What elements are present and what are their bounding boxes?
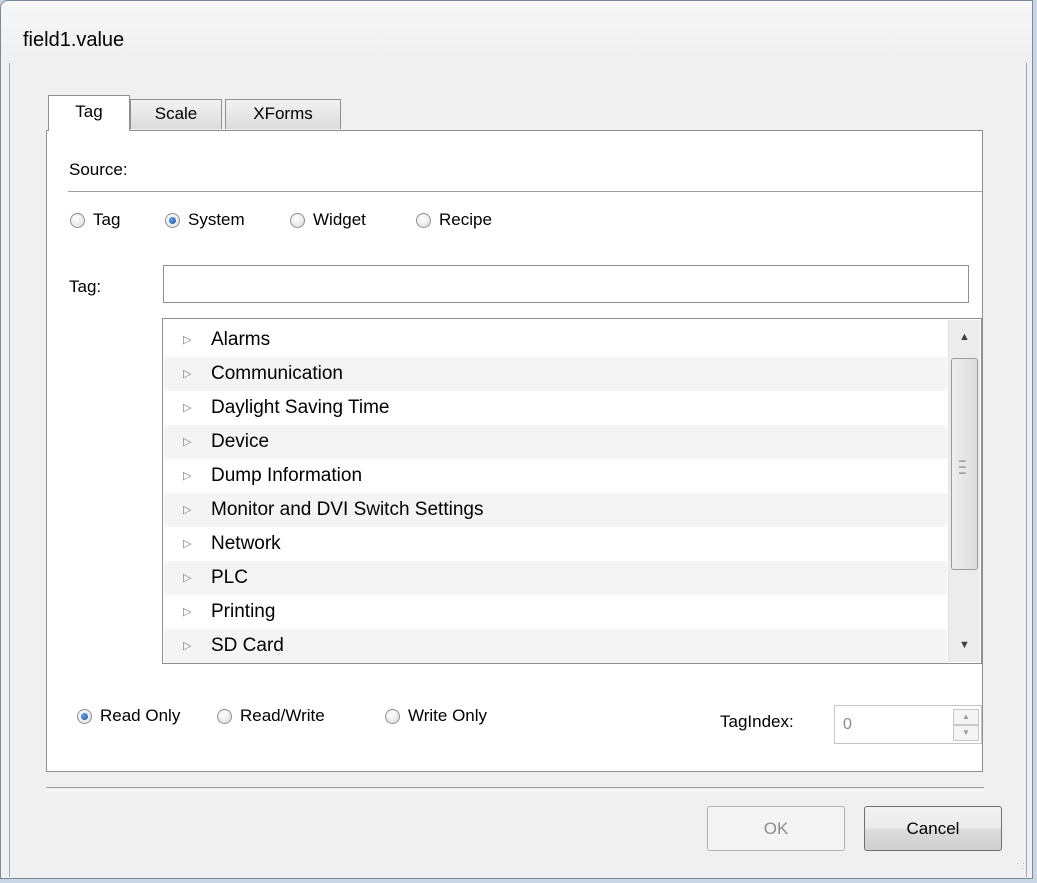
ok-button[interactable]: OK <box>707 806 845 851</box>
tab-tag[interactable]: Tag <box>48 95 130 131</box>
radio-icon[interactable] <box>385 708 400 724</box>
tree-item-daylight-saving-time[interactable]: ▷ Daylight Saving Time <box>164 391 947 425</box>
system-tag-tree: ▷ Alarms ▷ Communication ▷ Daylight Savi… <box>162 318 982 664</box>
triangle-right-icon[interactable]: ▷ <box>183 527 191 561</box>
window-title: field1.value <box>23 29 125 51</box>
divider <box>68 191 982 192</box>
triangle-right-icon[interactable]: ▷ <box>183 629 191 663</box>
source-recipe-radio[interactable]: Recipe <box>416 210 492 230</box>
triangle-right-icon[interactable]: ▷ <box>183 493 191 527</box>
spin-down-icon[interactable]: ▼ <box>953 725 979 741</box>
tree-item-device[interactable]: ▷ Device <box>164 425 947 459</box>
radio-icon[interactable] <box>217 708 232 724</box>
cancel-button[interactable]: Cancel <box>864 806 1002 851</box>
tag-input[interactable] <box>163 265 969 303</box>
spin-up-icon[interactable]: ▲ <box>953 709 979 725</box>
radio-icon[interactable] <box>70 212 85 228</box>
tree-item-sd-card[interactable]: ▷ SD Card <box>164 629 947 663</box>
scroll-up-arrow-icon[interactable]: ▲ <box>949 320 980 354</box>
radio-checked-icon[interactable] <box>77 708 92 724</box>
tree-item-network[interactable]: ▷ Network <box>164 527 947 561</box>
source-tag-radio[interactable]: Tag <box>70 210 120 230</box>
tag-index-label: TagIndex: <box>720 712 794 731</box>
grip-icon: – – – <box>959 453 966 479</box>
source-label: Source: <box>69 160 128 179</box>
tree-item-plc[interactable]: ▷ PLC <box>164 561 947 595</box>
triangle-right-icon[interactable]: ▷ <box>183 425 191 459</box>
radio-checked-icon[interactable] <box>165 212 180 228</box>
tree-item-monitor-dvi[interactable]: ▷ Monitor and DVI Switch Settings <box>164 493 947 527</box>
triangle-right-icon[interactable]: ▷ <box>183 323 191 357</box>
tree-item-communication[interactable]: ▷ Communication <box>164 357 947 391</box>
tab-scale[interactable]: Scale <box>130 99 222 129</box>
triangle-right-icon[interactable]: ▷ <box>183 357 191 391</box>
scrollbar-thumb[interactable]: – – – <box>951 358 978 570</box>
footer-divider <box>46 787 984 791</box>
tab-xforms[interactable]: XForms <box>225 99 341 129</box>
tree-item-printing[interactable]: ▷ Printing <box>164 595 947 629</box>
tag-index-stepper[interactable]: 0 ▲ ▼ <box>834 705 982 744</box>
tree-item-dump-information[interactable]: ▷ Dump Information <box>164 459 947 493</box>
tree-item-alarms[interactable]: ▷ Alarms <box>164 323 947 357</box>
triangle-right-icon[interactable]: ▷ <box>183 595 191 629</box>
source-system-radio[interactable]: System <box>165 210 245 230</box>
triangle-right-icon[interactable]: ▷ <box>183 561 191 595</box>
tree-scrollbar[interactable]: ▲ – – – ▼ <box>948 320 980 662</box>
resize-grip-icon[interactable]: · · · <box>1017 859 1026 873</box>
triangle-right-icon[interactable]: ▷ <box>183 459 191 493</box>
title-bar[interactable]: field1.value <box>1 1 1032 63</box>
tag-index-value[interactable]: 0 <box>843 716 852 734</box>
scroll-down-arrow-icon[interactable]: ▼ <box>949 628 980 662</box>
triangle-right-icon[interactable]: ▷ <box>183 391 191 425</box>
read-write-radio[interactable]: Read/Write <box>217 706 325 726</box>
write-only-radio[interactable]: Write Only <box>385 706 487 726</box>
radio-icon[interactable] <box>290 212 305 228</box>
radio-icon[interactable] <box>416 212 431 228</box>
source-widget-radio[interactable]: Widget <box>290 210 366 230</box>
read-only-radio[interactable]: Read Only <box>77 706 180 726</box>
tag-field-label: Tag: <box>69 277 102 296</box>
